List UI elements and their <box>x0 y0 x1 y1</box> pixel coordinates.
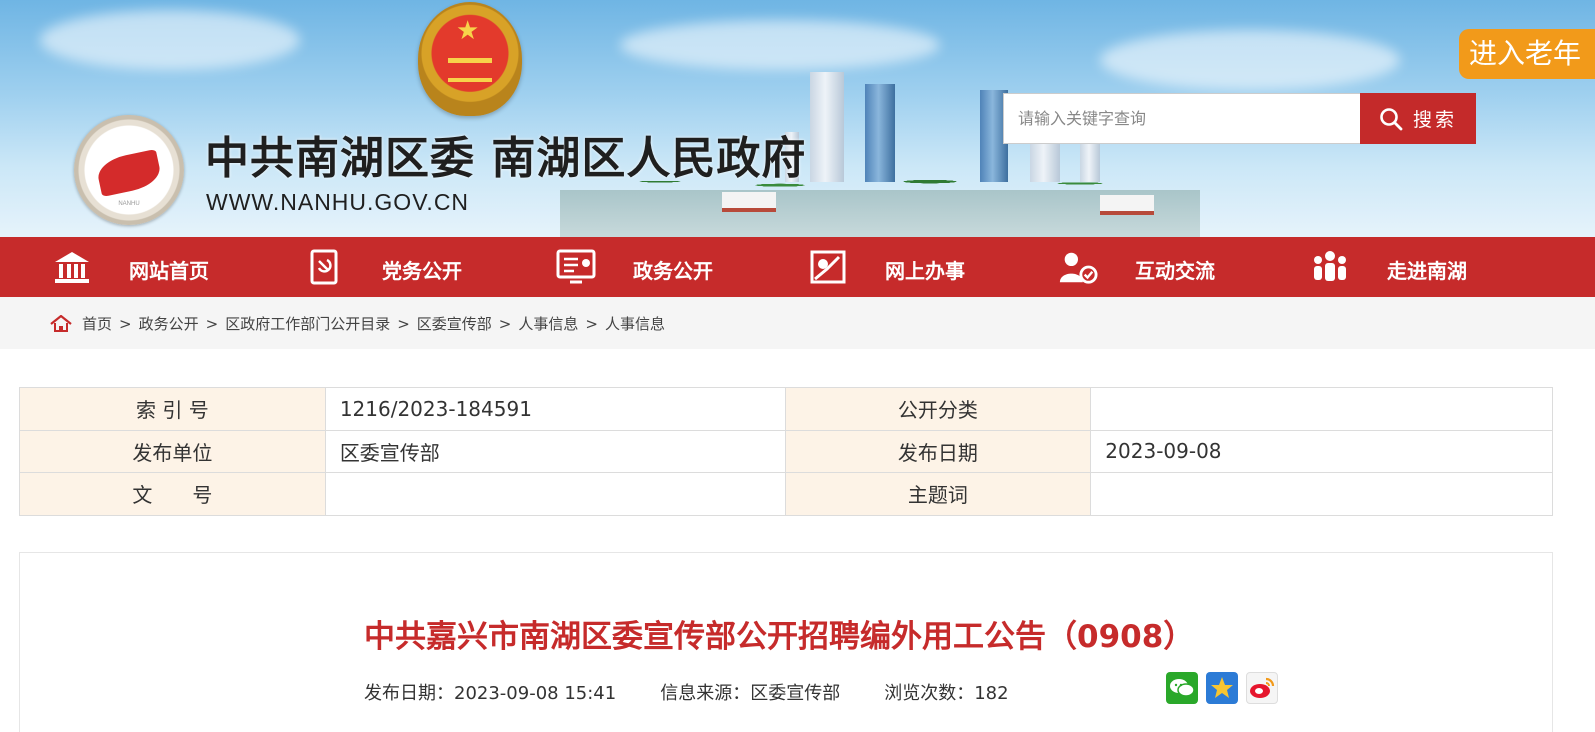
nav-item-home[interactable]: 网站首页 <box>52 237 272 297</box>
elder-mode-button[interactable]: 进入老年 <box>1459 29 1595 79</box>
breadcrumb-home[interactable]: 首页 <box>82 313 112 334</box>
nav-label: 走进南湖 <box>1387 259 1467 283</box>
table-row: 文 号 主题词 <box>19 472 1553 516</box>
article-title: 中共嘉兴市南湖区委宣传部公开招聘编外用工公告（0908） <box>364 619 1195 655</box>
nav-item-service[interactable]: 网上办事 <box>808 237 1028 297</box>
breadcrumb-separator: > <box>397 314 410 333</box>
search-button-label: 搜索 <box>1412 109 1457 131</box>
breadcrumb-link[interactable]: 政务公开 <box>139 313 199 334</box>
keywords-value <box>1090 472 1553 516</box>
people-group-icon <box>1310 247 1350 287</box>
breadcrumb-separator: > <box>119 314 132 333</box>
article-info: 发布日期：2023-09-08 15:41 信息来源：区委宣传部 浏览次数：18… <box>364 679 1053 705</box>
index-no-value: 1216/2023-184591 <box>324 387 786 431</box>
party-flag-icon <box>305 247 345 287</box>
article-views: 浏览次数：182 <box>884 683 1009 704</box>
category-label: 公开分类 <box>784 387 1092 431</box>
header-banner: ★ NANHU 中共南湖区委 南湖区人民政府 WWW.NANHU.GOV.CN … <box>0 0 1595 237</box>
home-icon <box>50 314 72 332</box>
search-icon <box>1380 107 1403 130</box>
qzone-icon[interactable] <box>1206 672 1238 704</box>
breadcrumb-current[interactable]: 人事信息 <box>605 313 665 334</box>
weibo-icon[interactable] <box>1246 672 1278 704</box>
article-panel: 中共嘉兴市南湖区委宣传部公开招聘编外用工公告（0908） 发布日期：2023-0… <box>19 552 1553 732</box>
nav-label: 党务公开 <box>382 259 462 283</box>
temple-icon <box>52 247 92 287</box>
national-emblem-icon: ★ <box>418 2 522 116</box>
category-value <box>1090 387 1553 431</box>
breadcrumb-link[interactable]: 区委宣传部 <box>417 313 492 334</box>
breadcrumb-link[interactable]: 人事信息 <box>518 313 578 334</box>
nav-item-about[interactable]: 走进南湖 <box>1310 237 1530 297</box>
site-url: WWW.NANHU.GOV.CN <box>206 189 470 215</box>
breadcrumb: 首页 > 政务公开 > 区政府工作部门公开目录 > 区委宣传部 > 人事信息 >… <box>50 313 665 334</box>
nav-item-interact[interactable]: 互动交流 <box>1058 237 1278 297</box>
nav-item-party[interactable]: 党务公开 <box>305 237 525 297</box>
doc-no-value <box>324 472 786 516</box>
breadcrumb-separator: > <box>205 314 219 333</box>
breadcrumb-separator: > <box>585 314 598 333</box>
index-no-label: 索 引 号 <box>19 387 326 431</box>
article-source: 信息来源：区委宣传部 <box>660 683 841 704</box>
site-title[interactable]: 中共南湖区委 南湖区人民政府 <box>205 122 806 186</box>
publisher-value: 区委宣传部 <box>324 429 786 473</box>
nav-label: 网站首页 <box>129 259 209 283</box>
publish-date-label: 发布日期 <box>784 429 1092 473</box>
publisher-label: 发布单位 <box>19 429 326 473</box>
main-nav: 网站首页 党务公开 政务公开 网上办事 互动交流 走进南湖 <box>0 237 1595 297</box>
breadcrumb-bar: 首页 > 政务公开 > 区政府工作部门公开目录 > 区委宣传部 > 人事信息 >… <box>0 297 1595 349</box>
search-input[interactable] <box>1003 93 1361 144</box>
user-chat-icon <box>1058 247 1098 287</box>
keywords-label: 主题词 <box>784 472 1092 516</box>
article-date: 发布日期：2023-09-08 15:41 <box>364 683 617 704</box>
cloud <box>40 10 300 70</box>
boat <box>1100 195 1154 215</box>
breadcrumb-separator: > <box>498 314 512 333</box>
search-button[interactable]: 搜索 <box>1360 93 1476 144</box>
nav-item-gov[interactable]: 政务公开 <box>556 237 776 297</box>
table-row: 索 引 号 1216/2023-184591 公开分类 <box>19 387 1553 431</box>
monitor-list-icon <box>556 247 596 287</box>
cloud <box>620 20 940 70</box>
nav-label: 政务公开 <box>633 259 713 283</box>
document-meta-table: 索 引 号 1216/2023-184591 公开分类 发布单位 区委宣传部 发… <box>19 387 1553 516</box>
publish-date-value: 2023-09-08 <box>1090 429 1553 473</box>
cloud <box>1100 30 1400 90</box>
online-service-icon <box>808 247 848 287</box>
boat <box>722 192 776 212</box>
nav-label: 网上办事 <box>885 259 965 283</box>
nav-label: 互动交流 <box>1135 259 1215 283</box>
doc-no-label: 文 号 <box>19 472 326 516</box>
breadcrumb-link[interactable]: 区政府工作部门公开目录 <box>225 313 390 334</box>
wechat-icon[interactable] <box>1166 672 1198 704</box>
nanhu-logo[interactable]: NANHU <box>74 115 184 225</box>
table-row: 发布单位 区委宣传部 发布日期 2023-09-08 <box>19 429 1553 473</box>
